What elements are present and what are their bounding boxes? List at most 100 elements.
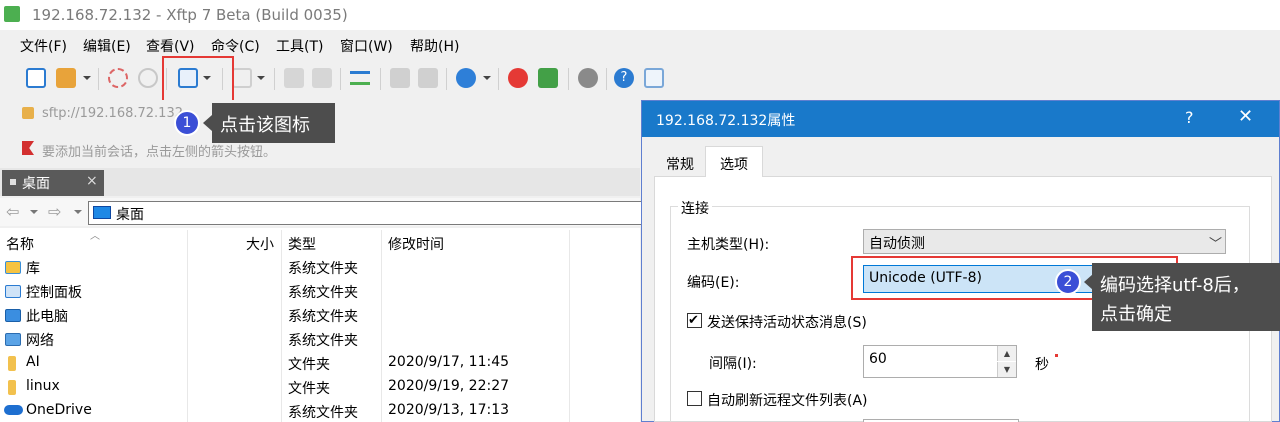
step-1-tooltip: 点击该图标 xyxy=(212,103,335,143)
toolbar-separator xyxy=(498,68,499,90)
tab-desktop-label: 桌面 xyxy=(22,176,50,192)
highlight-properties-icon xyxy=(162,56,234,102)
lock-icon xyxy=(22,107,34,119)
menu-help[interactable]: 帮助(H) xyxy=(410,36,459,56)
column-header-size[interactable]: 大小 xyxy=(246,234,274,254)
step-1-badge: 1 xyxy=(174,110,200,136)
network-icon xyxy=(5,333,21,346)
autorefresh-checkbox[interactable] xyxy=(687,391,702,406)
column-divider[interactable] xyxy=(569,230,570,422)
control-panel-icon xyxy=(5,285,21,298)
onedrive-icon xyxy=(4,405,23,415)
toolbar-separator xyxy=(340,68,341,90)
file-name: 控制面板 xyxy=(26,285,82,301)
menu-tools[interactable]: 工具(T) xyxy=(276,36,323,56)
toolbar-separator xyxy=(446,68,447,90)
dialog-close-button[interactable]: ✕ xyxy=(1238,106,1253,127)
paste-icon[interactable] xyxy=(418,68,438,88)
folder-icon xyxy=(8,356,16,371)
step-2-badge: 2 xyxy=(1055,269,1081,295)
copy-icon[interactable] xyxy=(390,68,410,88)
autorefresh-label: 自动刷新远程文件列表(A) xyxy=(707,393,868,409)
path-field[interactable] xyxy=(88,201,648,225)
encoding-label: 编码(E): xyxy=(687,275,740,291)
tab-general[interactable]: 常规 xyxy=(656,148,704,176)
help-icon[interactable]: ? xyxy=(614,68,634,88)
xftp-app-icon xyxy=(4,6,20,22)
new-session-icon[interactable] xyxy=(26,68,46,88)
file-type: 文件夹 xyxy=(288,381,330,397)
reconnect-icon[interactable] xyxy=(138,68,158,88)
session-hint-text: 要添加当前会话，点击左侧的箭头按钮。 xyxy=(42,145,277,160)
keepalive-label: 发送保持活动状态消息(S) xyxy=(707,315,867,331)
back-dropdown-icon[interactable] xyxy=(30,210,38,214)
menu-file[interactable]: 文件(F) xyxy=(20,36,67,56)
toolbar-separator xyxy=(380,68,381,90)
tab-status-icon xyxy=(10,179,16,185)
file-type: 系统文件夹 xyxy=(288,333,358,349)
globe-dropdown-arrow-icon[interactable] xyxy=(483,76,491,80)
forward-dropdown-icon[interactable] xyxy=(74,210,82,214)
column-divider[interactable] xyxy=(381,230,382,422)
library-icon xyxy=(5,261,21,274)
stepper-up-icon[interactable]: ▲ xyxy=(997,346,1016,361)
file-name: OneDrive xyxy=(26,402,92,418)
forward-arrow-icon[interactable]: ⇨ xyxy=(48,202,61,221)
dialog-title: 192.168.72.132属性 xyxy=(656,113,796,129)
terminal-icon[interactable] xyxy=(232,68,252,88)
gear-icon[interactable] xyxy=(578,68,598,88)
path-text: 桌面 xyxy=(116,207,144,223)
tab-close-icon[interactable]: × xyxy=(86,173,98,189)
open-dropdown-arrow-icon[interactable] xyxy=(83,76,91,80)
folder-icon xyxy=(8,380,16,395)
tab-options[interactable]: 选项 xyxy=(705,146,763,177)
red-marker-dot xyxy=(1055,354,1058,357)
file-name: 此电脑 xyxy=(26,309,68,325)
file-type: 系统文件夹 xyxy=(288,309,358,325)
file-mtime: 2020/9/17, 11:45 xyxy=(388,354,510,370)
file-type: 系统文件夹 xyxy=(288,405,358,421)
column-divider[interactable] xyxy=(187,230,188,422)
step-2-text-line2: 点击确定 xyxy=(1100,304,1172,325)
menu-window[interactable]: 窗口(W) xyxy=(340,36,393,56)
file-type: 系统文件夹 xyxy=(288,285,358,301)
step-2-text-line1: 编码选择utf-8后， xyxy=(1100,275,1250,296)
back-arrow-icon[interactable]: ⇦ xyxy=(6,202,19,221)
file-type: 系统文件夹 xyxy=(288,261,358,277)
column-header-mtime[interactable]: 修改时间 xyxy=(388,234,444,254)
chat-icon[interactable] xyxy=(644,68,664,88)
connection-group-title: 连接 xyxy=(678,198,712,218)
stepper-down-icon[interactable]: ▼ xyxy=(997,362,1016,377)
menu-view[interactable]: 查看(V) xyxy=(146,36,195,56)
download-icon[interactable] xyxy=(312,68,332,88)
dialog-help-button[interactable]: ? xyxy=(1185,108,1194,127)
interval-label: 间隔(I): xyxy=(709,356,757,372)
disconnect-icon[interactable] xyxy=(108,68,128,88)
terminal-dropdown-arrow-icon[interactable] xyxy=(257,76,265,80)
toolbar-separator xyxy=(274,68,275,90)
open-folder-icon[interactable] xyxy=(56,68,76,88)
host-type-label: 主机类型(H): xyxy=(687,237,770,253)
column-header-name[interactable]: 名称 xyxy=(6,234,34,254)
step-2-tooltip: 编码选择utf-8后， 点击确定 xyxy=(1092,263,1280,331)
step-1-text: 点击该图标 xyxy=(220,115,310,136)
sort-caret-icon: ︿ xyxy=(90,231,100,242)
address-text[interactable]: sftp://192.168.72.132 xyxy=(42,106,183,121)
step-1-tooltip-pointer xyxy=(203,115,212,131)
upload-icon[interactable] xyxy=(284,68,304,88)
toolbar-separator xyxy=(606,68,607,90)
globe-icon[interactable] xyxy=(456,68,476,88)
column-divider[interactable] xyxy=(281,230,282,422)
file-name: 库 xyxy=(26,261,40,277)
interval-unit: 秒 xyxy=(1035,357,1049,373)
transfer-icon[interactable] xyxy=(350,71,370,85)
file-name: AI xyxy=(26,354,40,370)
file-mtime: 2020/9/13, 17:13 xyxy=(388,402,510,418)
xftp-icon[interactable] xyxy=(538,68,558,88)
xshell-icon[interactable] xyxy=(508,68,528,88)
menu-edit[interactable]: 编辑(E) xyxy=(83,36,131,56)
checkmark-icon: ✔ xyxy=(688,313,699,328)
file-mtime: 2020/9/19, 22:27 xyxy=(388,378,510,394)
menu-command[interactable]: 命令(C) xyxy=(211,36,260,56)
column-header-type[interactable]: 类型 xyxy=(288,234,316,254)
